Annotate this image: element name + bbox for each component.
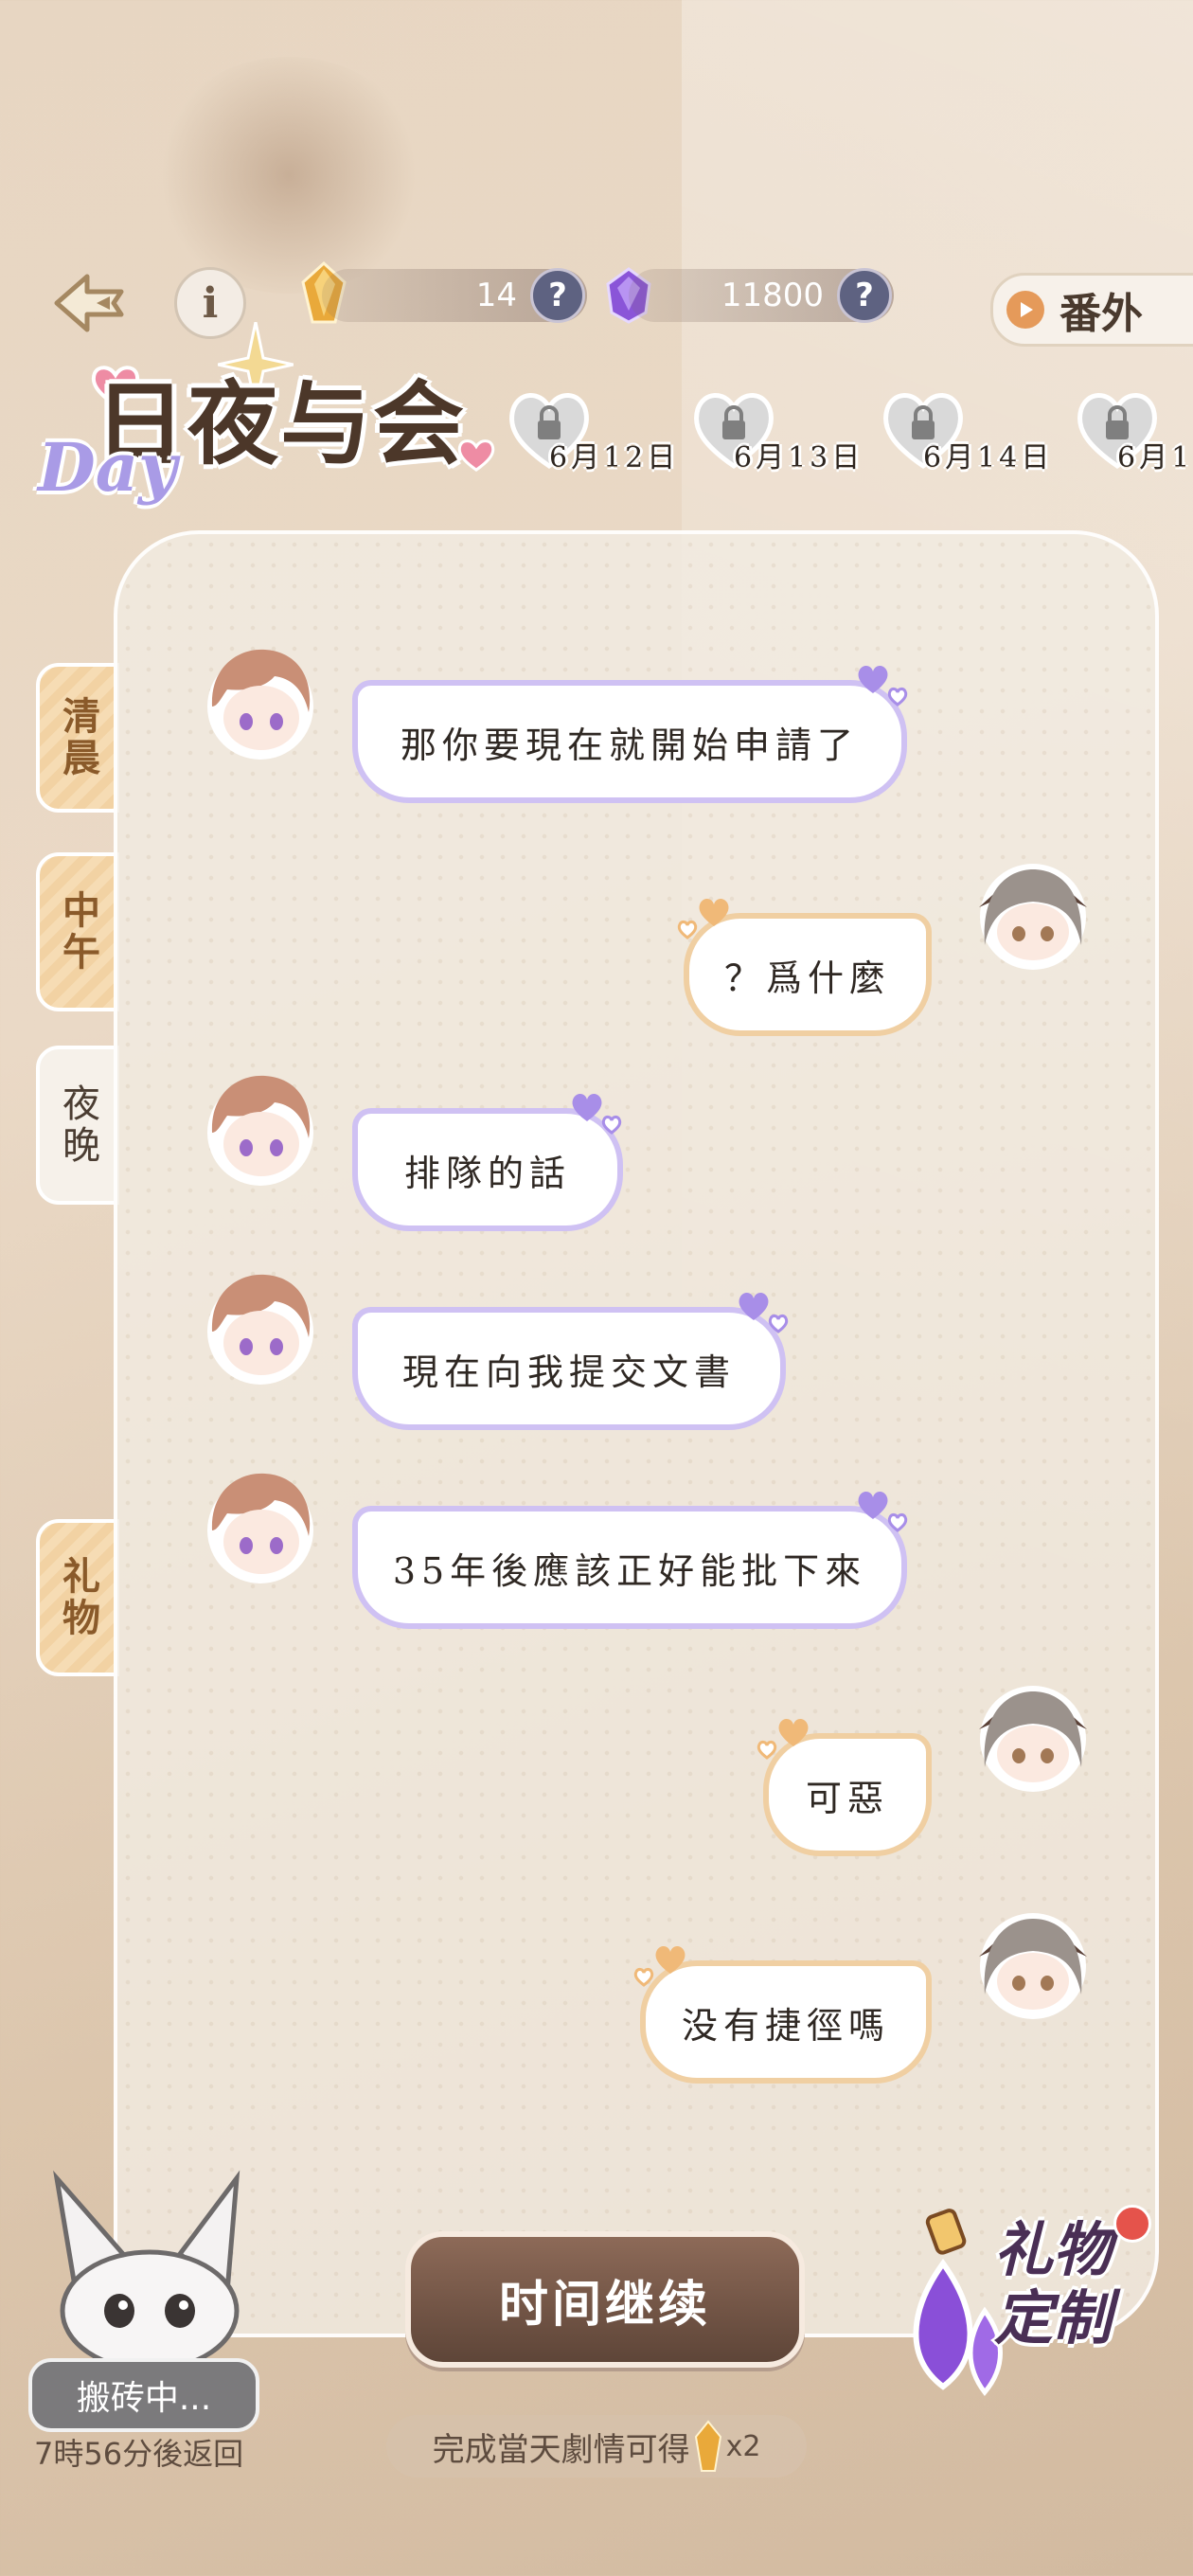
date-item[interactable]: 6月14日 <box>866 379 1049 483</box>
continue-time-button[interactable]: 时间继续 <box>405 2231 805 2368</box>
female-avatar <box>979 864 1087 970</box>
male-avatar <box>207 1075 313 1186</box>
orange-hearts-icon <box>757 1719 809 1760</box>
amber-help-button[interactable]: ? <box>530 268 585 323</box>
reward-text: 完成當天劇情可得 <box>432 2430 690 2469</box>
female-avatar <box>979 1686 1087 1792</box>
chat-bubble-left: 那你要現在就開始申請了 <box>352 680 907 803</box>
purple-hearts-icon <box>858 666 908 707</box>
chat-bubble-left: 現在向我提交文書 <box>352 1307 786 1430</box>
extra-story-button[interactable]: 番外 <box>990 273 1193 347</box>
play-icon <box>1006 291 1044 329</box>
gem-count: 11800 <box>721 277 824 314</box>
amber-crystal-icon <box>694 2420 721 2472</box>
date-label: 6月14日 <box>923 441 1054 474</box>
pet-status-pill[interactable]: 搬砖中... <box>28 2358 259 2432</box>
gem-help-button[interactable]: ? <box>837 268 892 323</box>
reward-count: x2 <box>725 2429 761 2463</box>
orange-hearts-icon <box>633 1946 686 1987</box>
bunny-pet-icon[interactable] <box>38 2169 256 2377</box>
tab-gift[interactable]: 礼物 <box>36 1519 119 1676</box>
purple-hearts-icon <box>858 1492 908 1532</box>
chat-bubble-left: 35年後應該正好能批下來 <box>352 1506 907 1629</box>
logo-day-text: Day <box>38 428 177 507</box>
date-selector: 6月12日 6月13日 6月14日 6月1 <box>492 379 1193 483</box>
background-heart <box>151 57 426 294</box>
back-arrow-icon[interactable] <box>38 256 133 350</box>
reward-hint: 完成當天劇情可得 x2 <box>386 2415 807 2478</box>
male-avatar <box>207 1473 313 1583</box>
male-avatar <box>207 649 313 760</box>
gem-currency: 11800 ? <box>629 268 894 323</box>
date-label: 6月12日 <box>549 441 680 474</box>
date-item[interactable]: 6月1 <box>1060 379 1193 483</box>
notification-dot <box>1113 2205 1151 2243</box>
orange-hearts-icon <box>677 899 729 939</box>
amber-currency: 14 ? <box>322 268 587 323</box>
tab-noon[interactable]: 中午 <box>36 852 119 1011</box>
game-logo: 日夜与会 Day <box>38 322 495 511</box>
tab-night[interactable]: 夜晚 <box>36 1046 119 1205</box>
date-label: 6月1 <box>1117 441 1193 474</box>
tab-morning[interactable]: 清晨 <box>36 663 119 813</box>
purple-hearts-icon <box>572 1094 622 1135</box>
amber-count: 14 <box>475 277 517 314</box>
purple-hearts-icon <box>739 1293 789 1333</box>
pet-return-timer: 7時56分後返回 <box>34 2436 244 2472</box>
female-avatar <box>979 1913 1087 2019</box>
date-item[interactable]: 6月13日 <box>677 379 860 483</box>
panel-pattern <box>117 534 1155 2334</box>
date-label: 6月13日 <box>734 441 864 474</box>
date-item[interactable]: 6月12日 <box>492 379 675 483</box>
male-avatar <box>207 1274 313 1385</box>
extra-story-label: 番外 <box>1059 290 1143 338</box>
